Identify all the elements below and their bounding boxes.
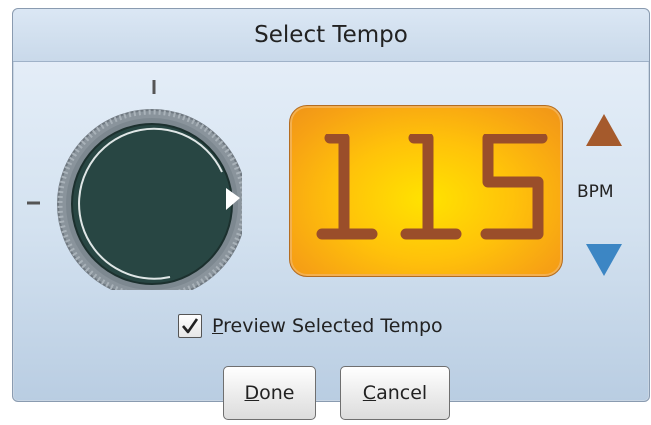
done-button[interactable]: Done — [223, 366, 316, 420]
dialog-title-bar: Select Tempo — [13, 9, 649, 62]
triangle-down-icon — [586, 244, 622, 276]
cancel-label-rest: ancel — [376, 382, 428, 404]
tempo-knob-graphic — [27, 80, 242, 290]
tempo-display: 115 — [289, 105, 563, 277]
dialog-title: Select Tempo — [254, 22, 408, 48]
done-mnemonic: D — [244, 382, 260, 404]
preview-tempo-option[interactable]: Preview Selected Tempo — [178, 314, 443, 338]
tempo-decrease-button[interactable] — [584, 240, 624, 284]
bpm-label: BPM — [577, 182, 614, 202]
preview-checkbox[interactable] — [178, 314, 202, 338]
tempo-digit — [400, 134, 462, 240]
tempo-dial[interactable] — [22, 70, 242, 290]
tempo-digit — [316, 134, 378, 240]
cancel-button[interactable]: Cancel — [340, 366, 450, 420]
preview-mnemonic: P — [212, 315, 224, 337]
cancel-mnemonic: C — [362, 382, 377, 404]
preview-label: Preview Selected Tempo — [212, 315, 443, 337]
preview-label-rest: review Selected Tempo — [223, 315, 443, 337]
tempo-digits — [316, 134, 548, 240]
done-label-rest: one — [259, 382, 295, 404]
tempo-digit — [480, 134, 548, 240]
checkmark-icon — [182, 318, 199, 334]
tempo-increase-button[interactable] — [584, 110, 624, 154]
triangle-up-icon — [586, 114, 622, 146]
